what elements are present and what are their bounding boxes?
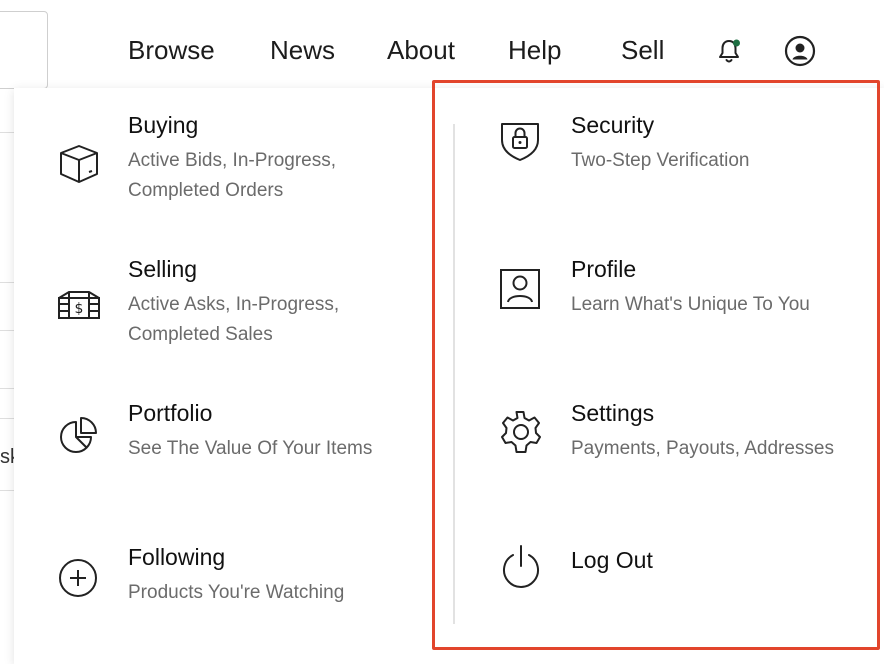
- nav-help[interactable]: Help: [508, 30, 561, 70]
- plus-circle-icon: [54, 554, 104, 609]
- menu-item-description: See The Value Of Your Items: [128, 438, 373, 459]
- menu-item-portfolio[interactable]: Portfolio See The Value Of Your Items: [40, 398, 440, 478]
- divider: [0, 490, 14, 491]
- divider: [0, 418, 14, 419]
- menu-item-description: Active Bids, In-Progress,: [128, 150, 337, 171]
- menu-item-title: Settings: [571, 400, 655, 426]
- nav-browse[interactable]: Browse: [128, 30, 215, 70]
- nav-about[interactable]: About: [387, 30, 455, 70]
- menu-item-profile[interactable]: Profile Learn What's Unique To You: [486, 254, 878, 334]
- menu-item-settings[interactable]: Settings Payments, Payouts, Addresses: [486, 398, 878, 478]
- menu-item-description: Two-Step Verification: [571, 150, 750, 171]
- menu-item-following[interactable]: Following Products You're Watching: [40, 542, 440, 622]
- menu-item-description: Payments, Payouts, Addresses: [571, 438, 834, 459]
- user-circle-icon[interactable]: [783, 34, 817, 68]
- menu-item-selling[interactable]: $ Selling Active Asks, In-Progress, Comp…: [40, 254, 440, 364]
- notification-dot: [733, 39, 740, 47]
- cash-register-icon: $: [54, 282, 104, 337]
- menu-item-description: Completed Orders: [128, 180, 284, 201]
- menu-item-description: Learn What's Unique To You: [571, 294, 810, 315]
- divider: [0, 282, 14, 283]
- menu-item-title: Following: [128, 544, 226, 570]
- divider: [0, 388, 14, 389]
- menu-item-logout[interactable]: Log Out: [486, 542, 878, 602]
- menu-item-title: Security: [571, 112, 655, 138]
- power-icon: [496, 542, 546, 597]
- gear-icon: [496, 408, 546, 463]
- menu-item-title: Profile: [571, 256, 637, 282]
- pie-chart-icon: [54, 412, 104, 467]
- nav-sell[interactable]: Sell: [621, 30, 664, 70]
- menu-item-description: Products You're Watching: [128, 582, 345, 603]
- menu-item-title: Buying: [128, 112, 199, 138]
- nav-news[interactable]: News: [270, 30, 335, 70]
- shield-lock-icon: [496, 116, 546, 171]
- menu-item-buying[interactable]: Buying Active Bids, In-Progress, Complet…: [40, 110, 440, 220]
- menu-item-title: Selling: [128, 256, 198, 282]
- profile-card-icon: [496, 264, 546, 319]
- svg-text:$: $: [75, 301, 84, 317]
- menu-item-security[interactable]: Security Two-Step Verification: [486, 110, 878, 190]
- menu-column-divider: [453, 124, 455, 624]
- divider: [0, 330, 14, 331]
- divider: [0, 132, 14, 133]
- box-icon: [54, 138, 104, 193]
- menu-item-title: Portfolio: [128, 400, 213, 426]
- bell-icon[interactable]: [712, 34, 746, 68]
- menu-item-description: Active Asks, In-Progress,: [128, 294, 340, 315]
- menu-item-title: Log Out: [571, 547, 653, 573]
- menu-item-description: Completed Sales: [128, 324, 273, 345]
- search-box[interactable]: [0, 11, 48, 89]
